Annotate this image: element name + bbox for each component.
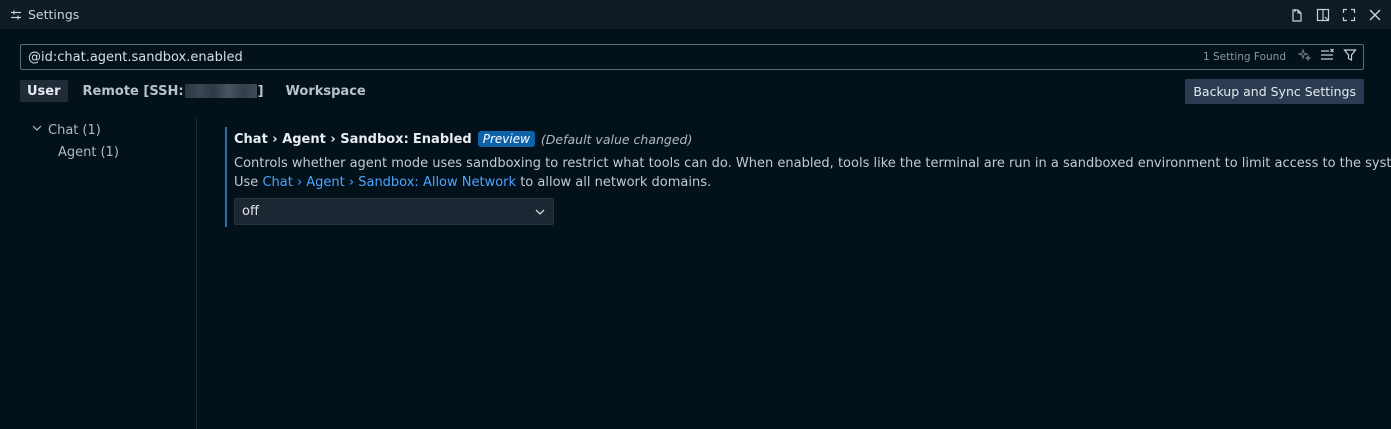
setting-title-prefix: Chat › Agent › Sandbox:: [234, 131, 409, 147]
split-editor-icon[interactable]: [1313, 5, 1333, 25]
settings-sliders-icon: [10, 9, 22, 21]
description-prefix: Use: [234, 175, 259, 190]
remote-label-suffix: ]: [257, 83, 264, 99]
settings-tab[interactable]: Settings: [10, 0, 79, 29]
setting-description: Controls whether agent mode uses sandbox…: [234, 154, 1391, 192]
chevron-down-icon: [533, 205, 547, 223]
settings-search-box[interactable]: @id:chat.agent.sandbox.enabled 1 Setting…: [20, 44, 1364, 70]
clear-filter-icon[interactable]: [1320, 48, 1335, 66]
setting-item: Chat › Agent › Sandbox: Enabled Preview …: [225, 127, 1391, 227]
close-icon[interactable]: [1365, 5, 1385, 25]
toc-item-agent[interactable]: Agent (1): [30, 141, 190, 163]
redacted-host: [184, 84, 257, 98]
preview-badge: Preview: [477, 131, 535, 147]
backup-sync-button[interactable]: Backup and Sync Settings: [1185, 79, 1364, 104]
tab-user[interactable]: User: [20, 80, 68, 102]
toc-chat-label: Chat: [48, 122, 79, 138]
toc-agent-label: Agent: [58, 144, 97, 160]
sandbox-enabled-select[interactable]: off: [234, 198, 554, 225]
allow-network-link[interactable]: Chat › Agent › Sandbox: Allow Network: [262, 175, 516, 190]
settings-toc: Chat (1) Agent (1): [30, 119, 190, 163]
tab-workspace[interactable]: Workspace: [279, 80, 373, 102]
select-value: off: [242, 204, 259, 219]
setting-title-name: Enabled: [412, 131, 472, 147]
modified-note: (Default value changed): [540, 131, 693, 147]
description-line-1: Controls whether agent mode uses sandbox…: [234, 156, 1391, 171]
settings-scope-tabs: User Remote [SSH: ] Workspace: [20, 80, 373, 102]
chevron-down-icon[interactable]: [30, 121, 44, 139]
maximize-icon[interactable]: [1339, 5, 1359, 25]
tab-title: Settings: [28, 7, 80, 22]
setting-title: Chat › Agent › Sandbox: Enabled Preview …: [234, 127, 1365, 151]
sash-divider[interactable]: [196, 118, 197, 429]
tab-remote[interactable]: Remote [SSH: ]: [76, 80, 271, 102]
result-count: 1 Setting Found: [1202, 51, 1286, 63]
editor-tab-bar: Settings: [0, 0, 1391, 29]
filter-icon[interactable]: [1343, 48, 1357, 66]
toc-chat-count: (1): [82, 122, 101, 138]
remote-label-prefix: Remote [SSH:: [82, 83, 184, 99]
ai-search-icon[interactable]: [1297, 48, 1312, 66]
toc-item-chat[interactable]: Chat (1): [30, 119, 190, 141]
description-suffix: to allow all network domains.: [520, 175, 712, 190]
search-input[interactable]: @id:chat.agent.sandbox.enabled: [28, 45, 1178, 69]
toc-agent-count: (1): [100, 144, 119, 160]
open-settings-json-icon[interactable]: [1287, 5, 1307, 25]
